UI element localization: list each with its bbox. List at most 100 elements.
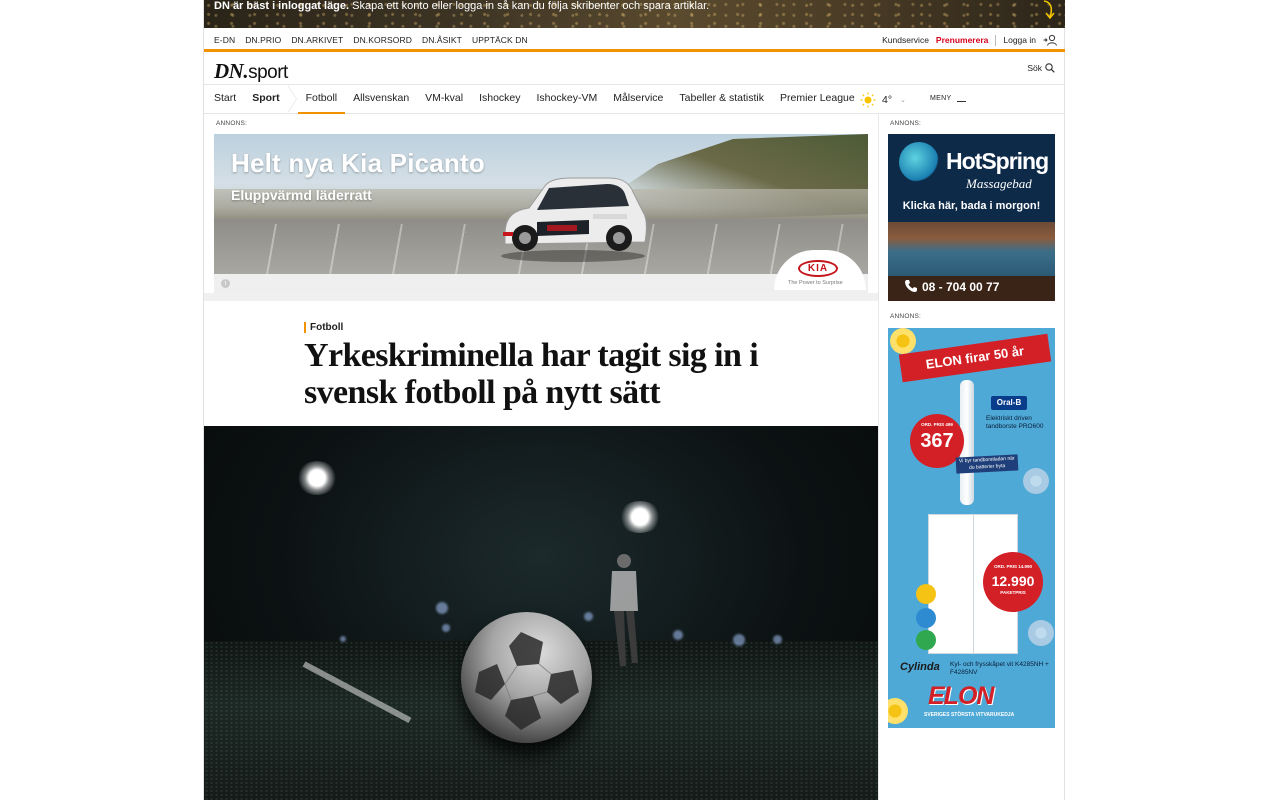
price-old: ORD. PRIS 499 (921, 422, 953, 427)
price: 367 (920, 430, 954, 452)
floodlight (618, 501, 662, 533)
price: 12.990 (991, 573, 1035, 589)
page: DN är bäst i inloggat läge. Skapa ett ko… (203, 0, 1065, 800)
ad-label: ANNONS: (216, 120, 248, 127)
menu-label: MENY (930, 95, 952, 102)
login-banner[interactable]: DN är bäst i inloggat läge. Skapa ett ko… (204, 0, 1065, 28)
divider (204, 293, 878, 301)
toothbrush-desc: Elektriskt driven tandborste PRO600 (986, 415, 1044, 430)
hotspring-logo-icon (899, 142, 939, 182)
nav-item-ishockey-vm[interactable]: Ishockey-VM (529, 85, 606, 114)
dn-sport-logo[interactable]: DN.sport (214, 59, 288, 84)
player-silhouette (610, 554, 638, 666)
breadcrumb-chevron-icon (286, 85, 298, 114)
hotspring-photo (888, 222, 1055, 276)
nav-items: Start Sport Fotboll Allsvenskan VM-kval … (204, 85, 863, 114)
bokeh (773, 635, 782, 644)
login-banner-text[interactable]: DN är bäst i inloggat läge. Skapa ett ko… (214, 0, 709, 12)
ad-subline: Eluppvärmd läderratt (231, 187, 372, 203)
price-burst: ORD. PRIS 14.990 12.990 PAKETPRIS (983, 552, 1043, 612)
nav-item-malservice[interactable]: Målservice (605, 85, 671, 114)
login-link[interactable]: Logga in (1003, 35, 1036, 45)
login-banner-bold: DN är bäst i inloggat läge. (214, 0, 350, 12)
nav-item-vm-kval[interactable]: VM-kval (417, 85, 471, 114)
flower-decoration (888, 698, 908, 724)
price-old: ORD. PRIS 14.990 (993, 564, 1033, 569)
kia-ad-banner[interactable]: Helt nya Kia Picanto Eluppvärmd läderrat… (214, 134, 868, 293)
football (461, 612, 592, 743)
price-note: PAKETPRIS (1000, 590, 1026, 595)
hotspring-phone: 08 - 704 00 77 (922, 280, 1000, 294)
info-icon[interactable]: i (221, 279, 230, 288)
search-button[interactable]: Sök (1027, 63, 1055, 73)
floodlight (296, 461, 338, 495)
account-links: Kundservice Prenumerera Logga in (882, 34, 1057, 46)
nav-item-ishockey[interactable]: Ishockey (471, 85, 528, 114)
flower-decoration (890, 328, 916, 354)
link-e-dn[interactable]: E-DN (214, 35, 235, 45)
flower-decoration (1028, 620, 1054, 646)
service-links: E-DN DN.PRIO DN.ARKIVET DN.KORSORD DN.ÅS… (214, 35, 528, 45)
chevron-down-icon: ⌄ (900, 97, 906, 104)
nav-item-start[interactable]: Start (204, 85, 244, 114)
phone-icon (905, 280, 917, 292)
car-image (501, 177, 647, 262)
promo-pill: Vi byr tandborstladan när du batterier b… (955, 454, 1019, 474)
kia-logo: KIA (798, 260, 838, 277)
elon-ad[interactable]: ELON firar 50 år Oral-B Elektriskt drive… (888, 328, 1055, 728)
divider (995, 34, 997, 46)
bokeh (442, 624, 450, 632)
nofrost-badge-icon (916, 608, 936, 628)
article-category[interactable]: Fotboll (304, 322, 343, 333)
bokeh (340, 636, 346, 642)
link-dn-arkivet[interactable]: DN.ARKIVET (291, 35, 343, 45)
ad-footer (214, 274, 868, 293)
nav-item-sport[interactable]: Sport (244, 85, 287, 114)
elon-tagline: SVERIGES STÖRSTA VITVARUKEDJA (924, 712, 1015, 718)
column-divider (878, 114, 879, 800)
menu-button[interactable]: MENY (930, 95, 967, 102)
bokeh (673, 630, 683, 640)
weather-widget[interactable]: 4° ⌄ (860, 92, 906, 108)
bokeh (436, 602, 448, 614)
temperature: 4° (882, 94, 893, 106)
search-label: Sök (1027, 63, 1042, 73)
nav-item-tabeller[interactable]: Tabeller & statistik (671, 85, 772, 114)
nav-item-fotboll[interactable]: Fotboll (297, 85, 346, 114)
link-dn-asikt[interactable]: DN.ÅSIKT (422, 35, 462, 45)
cylinda-logo: Cylinda (900, 661, 940, 673)
hotspring-cta: Klicka här, bada i morgon! (902, 200, 1041, 212)
energy-badge-icon (916, 584, 936, 604)
top-links-bar: E-DN DN.PRIO DN.ARKIVET DN.KORSORD DN.ÅS… (204, 28, 1065, 52)
article-hero-image (204, 426, 878, 800)
ad-label: ANNONS: (890, 313, 922, 320)
search-icon (1045, 63, 1055, 73)
article-title: Yrkeskriminella har tagit sig in i svens… (304, 337, 759, 411)
ad-label: ANNONS: (890, 120, 922, 127)
nav-item-allsvenskan[interactable]: Allsvenskan (345, 85, 417, 114)
logo-brand: DN. (214, 59, 249, 83)
prenumerera-link[interactable]: Prenumerera (936, 35, 988, 45)
login-banner-body: Skapa ett konto eller logga in så kan du… (349, 0, 710, 12)
hotspring-ad[interactable]: HotSpring Massagebad Klicka här, bada i … (888, 134, 1055, 301)
arrow-down-icon (1043, 0, 1055, 20)
kundservice-link[interactable]: Kundservice (882, 35, 929, 45)
link-upptack-dn[interactable]: UPPTÄCK DN (472, 35, 528, 45)
masthead: DN.sport Sök (204, 55, 1065, 85)
kia-tagline: The Power to Surprise (788, 280, 843, 286)
fridge-desc: Kyl- och frysskåpet vit K4285NH + F4285N… (950, 661, 1049, 676)
flower-decoration (1023, 468, 1049, 494)
bokeh (733, 634, 745, 646)
nav-item-premier-league[interactable]: Premier League (772, 85, 863, 114)
sun-icon (860, 92, 876, 108)
elon-banner: ELON firar 50 år (898, 333, 1052, 383)
section-nav: Start Sport Fotboll Allsvenskan VM-kval … (204, 85, 1065, 114)
hotspring-brand: HotSpring (946, 148, 1049, 174)
ad-headline: Helt nya Kia Picanto (231, 148, 485, 178)
hotspring-sub: Massagebad (966, 176, 1032, 191)
link-dn-prio[interactable]: DN.PRIO (245, 35, 281, 45)
link-dn-korsord[interactable]: DN.KORSORD (353, 35, 412, 45)
user-icon[interactable] (1043, 34, 1057, 46)
oral-b-logo: Oral-B (991, 396, 1027, 410)
energy-class-icon (916, 630, 936, 650)
